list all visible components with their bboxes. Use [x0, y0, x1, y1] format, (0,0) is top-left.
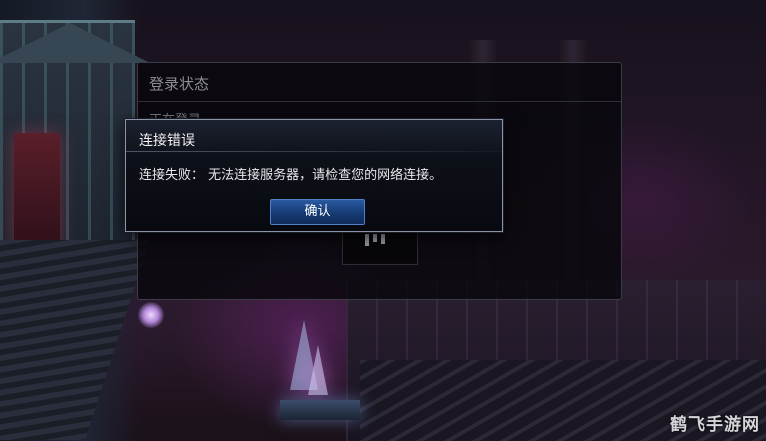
spinner-bar — [365, 234, 369, 246]
confirm-button[interactable]: 确认 — [270, 199, 365, 225]
login-panel-title: 登录状态 — [149, 75, 210, 93]
temple-structure — [0, 20, 150, 253]
spinner-bar — [373, 234, 377, 242]
temple-doorway — [14, 133, 60, 253]
connection-error-dialog: 连接错误 连接失败： 无法连接服务器，请检查您的网络连接。 确认 — [125, 119, 503, 232]
temple-roof — [0, 23, 150, 63]
spinner-bar — [381, 234, 385, 244]
dialog-title: 连接错误 — [139, 133, 195, 149]
crystal-right — [308, 345, 328, 395]
dialog-divider — [126, 151, 502, 152]
glowing-orb — [138, 302, 164, 328]
site-watermark: 鹤飞手游网 — [670, 415, 760, 435]
dialog-message: 连接失败： 无法连接服务器，请检查您的网络连接。 — [139, 168, 443, 183]
login-panel-divider — [138, 101, 621, 102]
crystal-pedestal — [280, 400, 360, 420]
loading-spinner-icon — [342, 229, 418, 265]
